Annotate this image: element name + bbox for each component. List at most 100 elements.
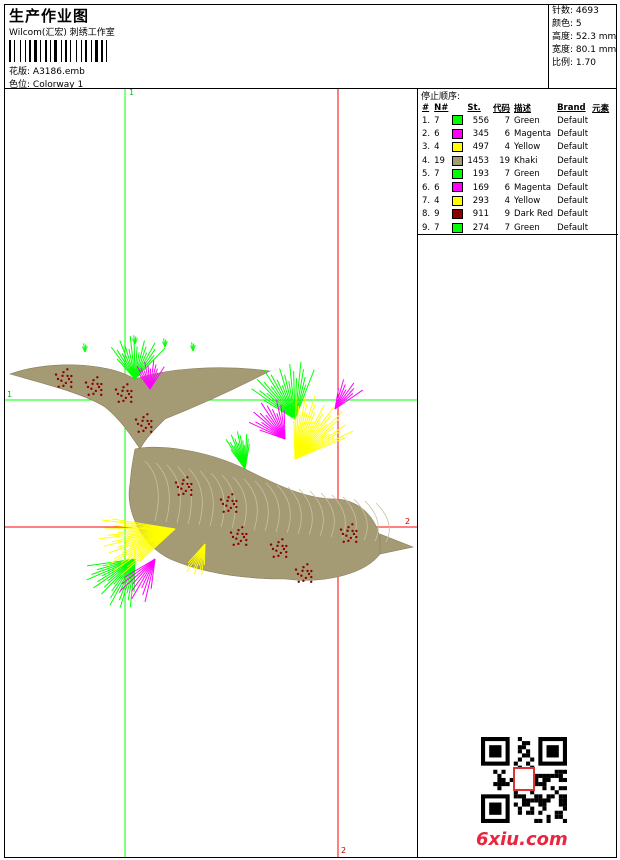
row-description: Green — [514, 115, 540, 126]
col-needle: N# — [434, 102, 449, 113]
row-index: 8. — [422, 209, 431, 220]
row-description: Dark Red — [514, 209, 554, 220]
row-description: Magenta — [514, 129, 552, 140]
row-code: 4 — [504, 196, 511, 207]
row-stitches: 345 — [472, 129, 490, 140]
design-width: 宽度: 80.1 mm — [552, 45, 617, 55]
row-needle: 6 — [434, 129, 440, 140]
color-swatch — [452, 169, 464, 179]
col-index: # — [422, 102, 430, 113]
row-code: 19 — [499, 155, 511, 166]
color-swatch — [452, 195, 464, 206]
row-description: Green — [514, 169, 540, 180]
row-stitches: 556 — [472, 115, 490, 126]
row-needle: 7 — [434, 169, 440, 180]
row-element — [590, 127, 611, 140]
stop-sequence-panel: 停止顺序: # N# St. 代码 描述 Brand 元素 1. 7 556 7 Gre… — [417, 89, 618, 857]
row-stitches: 293 — [472, 196, 490, 207]
row-element — [590, 181, 611, 194]
row-code: 6 — [504, 129, 511, 140]
design-label: 花版: — [9, 67, 31, 77]
row-element — [590, 141, 611, 154]
site-watermark: 6xiu.com — [476, 829, 568, 850]
col-stitches: St. — [467, 102, 481, 113]
row-index: 2. — [422, 129, 431, 140]
row-stitches: 169 — [472, 182, 490, 193]
table-row: 3. 4 497 4 Yellow Default — [420, 141, 611, 154]
color-swatch — [452, 182, 464, 193]
row-brand: Default — [557, 209, 589, 220]
row-code: 7 — [504, 169, 511, 180]
design-height: 高度: 52.3 mm — [552, 32, 617, 42]
guide-v1-label: 1 — [129, 88, 135, 97]
row-swatch — [450, 127, 465, 140]
row-code: 6 — [504, 182, 511, 193]
table-row: 1. 7 556 7 Green Default — [420, 114, 611, 127]
guide-v2-label: 2 — [341, 846, 347, 855]
row-swatch — [450, 194, 465, 207]
header-panel: 生产作业图 Wilcom(汇宏) 刺绣工作室 花版: A3186.emb 色位:… — [4, 4, 617, 90]
row-swatch — [450, 181, 465, 194]
table-row: 5. 7 193 7 Green Default — [420, 168, 611, 181]
table-row: 4. 19 1453 19 Khaki Default — [420, 154, 611, 167]
row-brand: Default — [557, 129, 589, 140]
row-description: Yellow — [514, 142, 541, 153]
row-brand: Default — [557, 155, 589, 166]
color-swatch — [452, 142, 464, 153]
row-stitches: 497 — [472, 142, 490, 153]
row-code: 4 — [504, 142, 511, 153]
row-brand: Default — [557, 182, 589, 193]
table-header-row: # N# St. 代码 描述 Brand 元素 — [420, 101, 611, 114]
stop-sequence-table: # N# St. 代码 描述 Brand 元素 1. 7 556 7 Green Defa… — [420, 101, 611, 235]
barcode-icon — [9, 40, 139, 62]
row-element — [590, 208, 611, 221]
stitch-count: 针数: 4693 — [552, 6, 599, 16]
row-brand: Default — [557, 169, 589, 180]
design-scale: 比例: 1.70 — [552, 58, 596, 68]
row-index: 1. — [422, 115, 431, 126]
col-swatch — [450, 101, 465, 114]
table-row: 8. 9 911 9 Dark Red Default — [420, 208, 611, 221]
color-swatch — [452, 115, 464, 126]
row-index: 4. — [422, 155, 431, 166]
bird-embroidery-icon — [9, 335, 415, 608]
col-brand: Brand — [557, 102, 586, 113]
row-brand: Default — [557, 196, 589, 207]
design-info: 花版: A3186.emb — [9, 64, 85, 77]
row-index: 3. — [422, 142, 431, 153]
row-description: Magenta — [514, 182, 552, 193]
table-row: 2. 6 345 6 Magenta Default — [420, 127, 611, 140]
embroidery-preview — [5, 89, 417, 857]
row-index: 5. — [422, 169, 431, 180]
row-needle: 6 — [434, 182, 440, 193]
color-swatch — [452, 155, 464, 166]
row-stitches: 1453 — [467, 155, 490, 166]
row-element — [590, 221, 611, 234]
row-needle: 9 — [434, 209, 440, 220]
row-needle: 7 — [434, 222, 440, 233]
guide-h1-label: 1 — [7, 390, 13, 399]
qr-code-icon — [481, 737, 567, 823]
row-swatch — [450, 141, 465, 154]
row-needle: 19 — [434, 155, 445, 166]
design-value: A3186.emb — [32, 67, 85, 77]
table-row: 6. 6 169 6 Magenta Default — [420, 181, 611, 194]
row-swatch — [450, 208, 465, 221]
design-canvas: 1 1 2 2 — [5, 88, 417, 857]
row-brand: Default — [557, 115, 589, 126]
row-stitches: 193 — [472, 169, 490, 180]
color-swatch — [452, 222, 464, 233]
table-divider — [418, 234, 618, 235]
color-swatch — [452, 209, 464, 220]
color-count: 颜色: 5 — [552, 19, 582, 29]
row-swatch — [450, 154, 465, 167]
table-row: 9. 7 274 7 Green Default — [420, 221, 611, 234]
row-stitches: 911 — [472, 209, 490, 220]
stats-panel: 针数: 4693 颜色: 5 高度: 52.3 mm 宽度: 80.1 mm 比… — [548, 5, 617, 89]
row-needle: 4 — [434, 142, 440, 153]
row-element — [590, 114, 611, 127]
col-code: 代码 — [493, 103, 511, 114]
row-swatch — [450, 114, 465, 127]
guide-h2-label: 2 — [405, 517, 411, 526]
row-swatch — [450, 221, 465, 234]
